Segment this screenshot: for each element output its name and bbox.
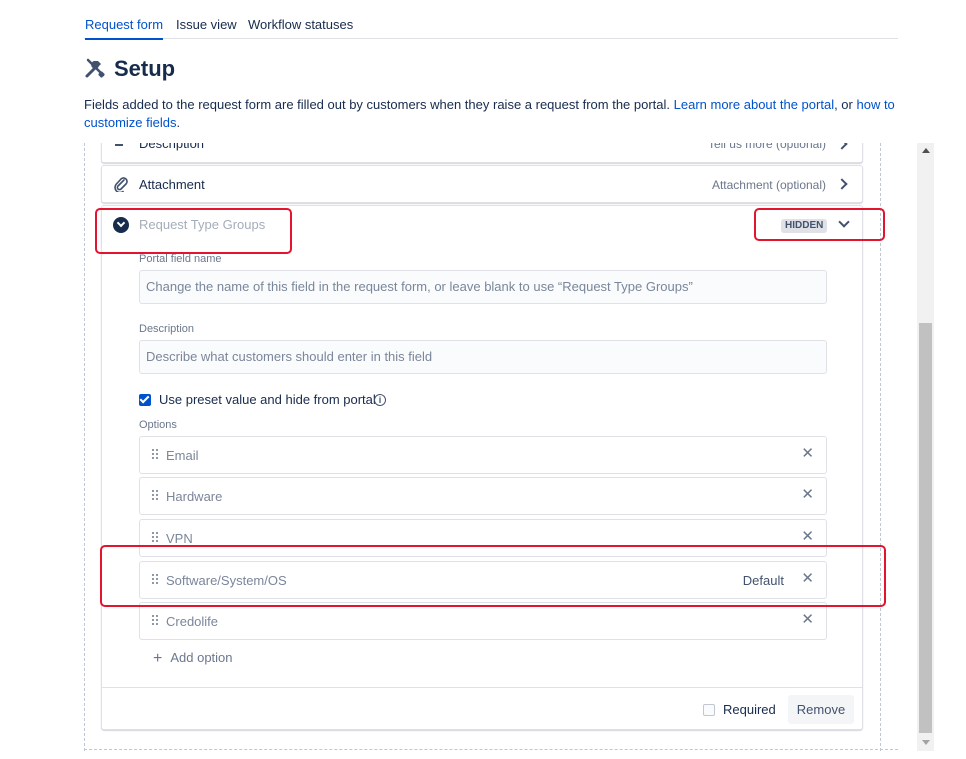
intro-text: Fields added to the request form are fil… [84, 96, 898, 132]
field-label-description: Description [139, 143, 205, 151]
option-label: Hardware [166, 489, 223, 504]
option-row[interactable]: Software/System/OS Default ✕ [139, 561, 827, 599]
field-label-request-type-groups: Request Type Groups [139, 217, 266, 232]
chevron-down-icon[interactable] [838, 216, 850, 228]
intro-text-between: , or [834, 97, 857, 112]
drag-handle-icon[interactable] [152, 490, 160, 502]
collapse-circle-icon[interactable] [113, 217, 129, 233]
chevron-right-icon[interactable] [836, 143, 848, 150]
dropzone-border-bottom [84, 749, 898, 750]
fields-scroll-area[interactable]: Description Tell us more (optional) Atta… [84, 143, 898, 751]
dropzone-border-right [880, 143, 881, 751]
option-label: VPN [166, 531, 193, 546]
options-label: Options [139, 419, 177, 431]
description-input[interactable]: Describe what customers should enter in … [139, 340, 827, 374]
portal-field-name-input[interactable]: Change the name of this field in the req… [139, 270, 827, 304]
remove-option-icon[interactable]: ✕ [801, 528, 814, 546]
tools-icon [85, 58, 105, 78]
remove-field-button[interactable]: Remove [788, 695, 854, 724]
plus-icon: + [153, 650, 163, 667]
preset-value-label: Use preset value and hide from portal [159, 392, 376, 407]
option-row[interactable]: Hardware ✕ [139, 477, 827, 515]
scroll-up-arrow-icon[interactable] [922, 148, 930, 153]
intro-text-after: . [176, 115, 181, 130]
preset-value-checkbox[interactable] [139, 394, 151, 406]
drag-handle-icon[interactable] [152, 574, 160, 586]
field-label-attachment: Attachment [139, 177, 205, 192]
tab-request-form[interactable]: Request form [85, 17, 164, 40]
scrollbar-thumb[interactable] [919, 323, 932, 733]
hidden-badge: HIDDEN [781, 219, 828, 233]
tab-issue-view[interactable]: Issue view [176, 17, 237, 32]
add-option-button[interactable]: + Add option [153, 649, 233, 667]
page-title: Setup [114, 56, 176, 81]
remove-option-icon[interactable]: ✕ [801, 570, 814, 588]
tab-workflow-statuses[interactable]: Workflow statuses [248, 17, 353, 32]
option-label: Email [166, 448, 199, 463]
portal-field-name-label: Portal field name [139, 253, 222, 265]
field-hint-description: Tell us more (optional) [707, 143, 826, 151]
option-row[interactable]: Credolife ✕ [139, 602, 827, 640]
add-option-label: Add option [170, 650, 233, 665]
field-card-request-type-groups: Request Type Groups HIDDEN Portal field … [101, 205, 863, 730]
option-label: Credolife [166, 614, 219, 629]
option-row[interactable]: VPN ✕ [139, 519, 827, 557]
remove-option-icon[interactable]: ✕ [801, 611, 814, 629]
remove-option-icon[interactable]: ✕ [801, 445, 814, 463]
paperclip-icon [114, 177, 128, 192]
option-row[interactable]: Email ✕ [139, 436, 827, 474]
dropzone-border-left [84, 143, 85, 751]
drag-handle-icon[interactable] [152, 449, 160, 461]
required-checkbox[interactable] [703, 704, 715, 716]
chevron-right-icon[interactable] [836, 178, 848, 190]
learn-portal-link[interactable]: Learn more about the portal [674, 97, 834, 112]
card-footer-divider [102, 687, 862, 688]
required-label: Required [723, 702, 776, 717]
intro-text-before: Fields added to the request form are fil… [84, 97, 674, 112]
field-hint-attachment: Attachment (optional) [711, 178, 826, 192]
field-card-description[interactable]: Description Tell us more (optional) [101, 143, 863, 163]
remove-option-icon[interactable]: ✕ [801, 486, 814, 504]
field-card-attachment[interactable]: Attachment Attachment (optional) [101, 165, 863, 203]
info-icon[interactable]: i [374, 394, 386, 406]
text-icon [115, 144, 123, 146]
drag-handle-icon[interactable] [152, 615, 160, 627]
scroll-down-arrow-icon[interactable] [922, 740, 930, 745]
default-option-label: Default [742, 573, 784, 588]
description-label: Description [139, 323, 195, 335]
drag-handle-icon[interactable] [152, 532, 160, 544]
tab-bar: Request form Issue view Workflow statuse… [84, 0, 898, 40]
option-label: Software/System/OS [166, 573, 287, 588]
